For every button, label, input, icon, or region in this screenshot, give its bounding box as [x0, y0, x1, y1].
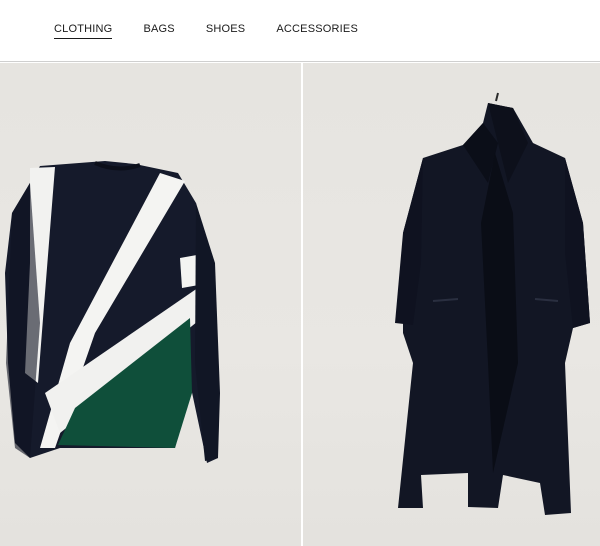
product-grid	[0, 63, 600, 546]
category-nav-bar: CLOTHING BAGS SHOES ACCESSORIES	[0, 0, 600, 62]
sweater-image[interactable]	[0, 63, 301, 546]
category-nav: CLOTHING BAGS SHOES ACCESSORIES	[54, 23, 389, 39]
product-tile-coat[interactable]	[303, 63, 600, 546]
nav-accessories[interactable]: ACCESSORIES	[276, 23, 358, 39]
coat-image[interactable]	[303, 63, 600, 546]
product-tile-sweater[interactable]	[0, 63, 301, 546]
nav-shoes[interactable]: SHOES	[206, 23, 246, 39]
nav-clothing[interactable]: CLOTHING	[54, 23, 113, 39]
nav-bags[interactable]: BAGS	[143, 23, 174, 39]
